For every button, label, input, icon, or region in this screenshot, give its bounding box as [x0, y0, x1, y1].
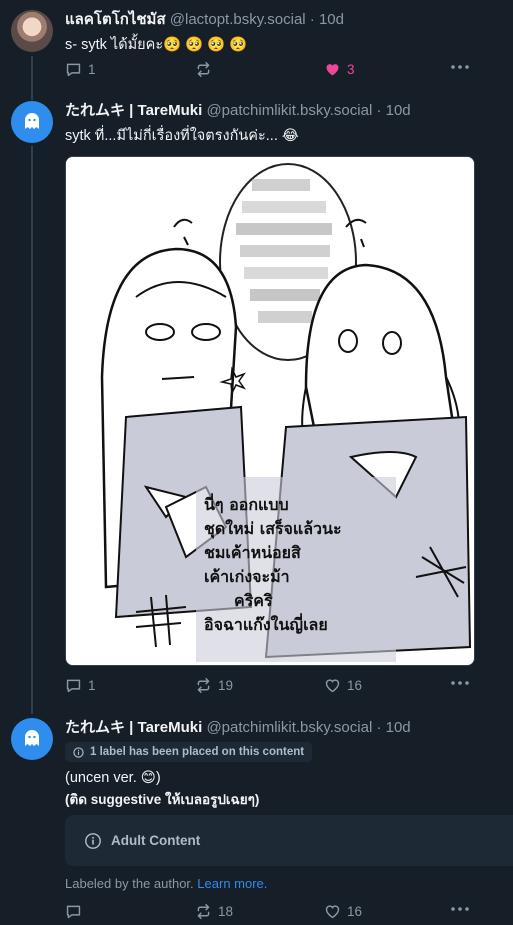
- repost-count: 19: [218, 678, 234, 693]
- labeled-by: Labeled by the author.: [65, 876, 194, 891]
- post-time[interactable]: · 10d: [376, 102, 410, 119]
- post-text: sytk ที่...มีไม่กี่เรื่องที่ใจตรงกันค่ะ.…: [65, 128, 299, 144]
- like-count: 16: [347, 678, 363, 693]
- post-time[interactable]: · 10d: [310, 11, 344, 28]
- like-button[interactable]: 16: [324, 903, 362, 920]
- comic-line: เค้าเก่งจะม้า: [204, 567, 290, 586]
- content-label-chip[interactable]: 1 label has been placed on this content: [65, 742, 313, 762]
- comic-line: ชุดใหม่ เสร็จแล้วนะ: [204, 519, 342, 538]
- heart-filled-icon: [326, 64, 339, 76]
- repost-button[interactable]: 19: [195, 677, 233, 694]
- info-icon: [73, 746, 84, 758]
- handle[interactable]: @patchimlikit.bsky.social: [206, 102, 372, 119]
- avatar[interactable]: [11, 101, 53, 143]
- post-text-line: (ติด suggestive ให้เบลอรูปเฉยๆ): [65, 792, 260, 807]
- ghost-icon: [25, 113, 39, 129]
- reply-icon: [66, 63, 81, 77]
- comic-line: คริคริ: [234, 591, 273, 610]
- post-time[interactable]: · 10d: [376, 719, 410, 736]
- post-header: たれムキ | TareMuki @patchimlikit.bsky.socia…: [65, 718, 411, 738]
- display-name[interactable]: แลคโตโกไชมัส: [65, 11, 166, 28]
- comic-line: ชมเค้าหน่อยสิ: [204, 543, 301, 562]
- reply-count: 1: [88, 678, 96, 693]
- learn-more-link[interactable]: Learn more.: [197, 876, 267, 891]
- comic-line: อิจฉาแก๊งในญี่เลย: [204, 615, 328, 634]
- label-chip-text: 1 label has been placed on this content: [90, 746, 305, 758]
- post-image[interactable]: นี่ๆ ออกแบบ ชุดใหม่ เสร็จแล้วนะ ชมเค้าหน…: [65, 156, 475, 666]
- adult-content-warning[interactable]: Adult Content: [65, 815, 513, 866]
- post-actions: 18 16: [65, 903, 475, 925]
- like-button[interactable]: 16: [324, 677, 362, 694]
- warning-label: Adult Content: [111, 833, 201, 848]
- handle[interactable]: @lactopt.bsky.social: [170, 11, 306, 28]
- post-text: s- sytk ได้มั้ยคะ🥺 🥺 🥺 🥺: [65, 37, 248, 53]
- labeled-by-text: Labeled by the author. Learn more.: [65, 876, 267, 891]
- handwritten-thai-text: นี่ๆ ออกแบบ ชุดใหม่ เสร็จแล้วนะ ชมเค้าหน…: [204, 493, 404, 637]
- reply-icon: [66, 679, 81, 693]
- reply-post[interactable]: たれムキ | TareMuki @patchimlikit.bsky.socia…: [0, 717, 513, 924]
- post-header: たれムキ | TareMuki @patchimlikit.bsky.socia…: [65, 101, 411, 121]
- heart-icon: [325, 679, 340, 693]
- display-name[interactable]: たれムキ | TareMuki: [65, 719, 202, 736]
- like-count: 16: [347, 904, 363, 919]
- comic-line: นี่ๆ ออกแบบ: [204, 495, 289, 514]
- handle[interactable]: @patchimlikit.bsky.social: [206, 719, 372, 736]
- reply-button[interactable]: 1: [65, 677, 96, 694]
- avatar[interactable]: [11, 718, 53, 760]
- ghost-icon: [25, 730, 39, 746]
- reply-button[interactable]: [65, 903, 88, 920]
- like-button[interactable]: 3: [324, 61, 355, 78]
- repost-button[interactable]: 18: [195, 903, 233, 920]
- like-count: 3: [347, 62, 355, 77]
- more-options-icon[interactable]: [451, 64, 469, 70]
- post-text-line: (uncen ver. 😊): [65, 770, 161, 786]
- repost-icon: [197, 903, 210, 920]
- repost-icon: [197, 61, 210, 78]
- reply-post[interactable]: たれムキ | TareMuki @patchimlikit.bsky.socia…: [0, 100, 513, 710]
- info-icon: [85, 832, 101, 849]
- repost-icon: [197, 677, 210, 694]
- repost-count: 18: [218, 904, 234, 919]
- post-actions: 1 19 16: [65, 677, 475, 699]
- reply-count: 1: [88, 62, 96, 77]
- avatar[interactable]: [11, 10, 53, 52]
- post-header: แลคโตโกไชมัส @lactopt.bsky.social · 10d: [65, 10, 344, 30]
- reply-post[interactable]: แลคโตโกไชมัส @lactopt.bsky.social · 10d …: [0, 0, 513, 96]
- display-name[interactable]: たれムキ | TareMuki: [65, 102, 202, 119]
- more-options-icon[interactable]: [451, 906, 469, 912]
- reply-icon: [66, 905, 81, 919]
- more-options-icon[interactable]: [451, 680, 469, 686]
- repost-button[interactable]: [195, 61, 218, 78]
- reply-button[interactable]: 1: [65, 61, 96, 78]
- heart-icon: [325, 905, 340, 919]
- post-actions: 1 3: [65, 61, 475, 83]
